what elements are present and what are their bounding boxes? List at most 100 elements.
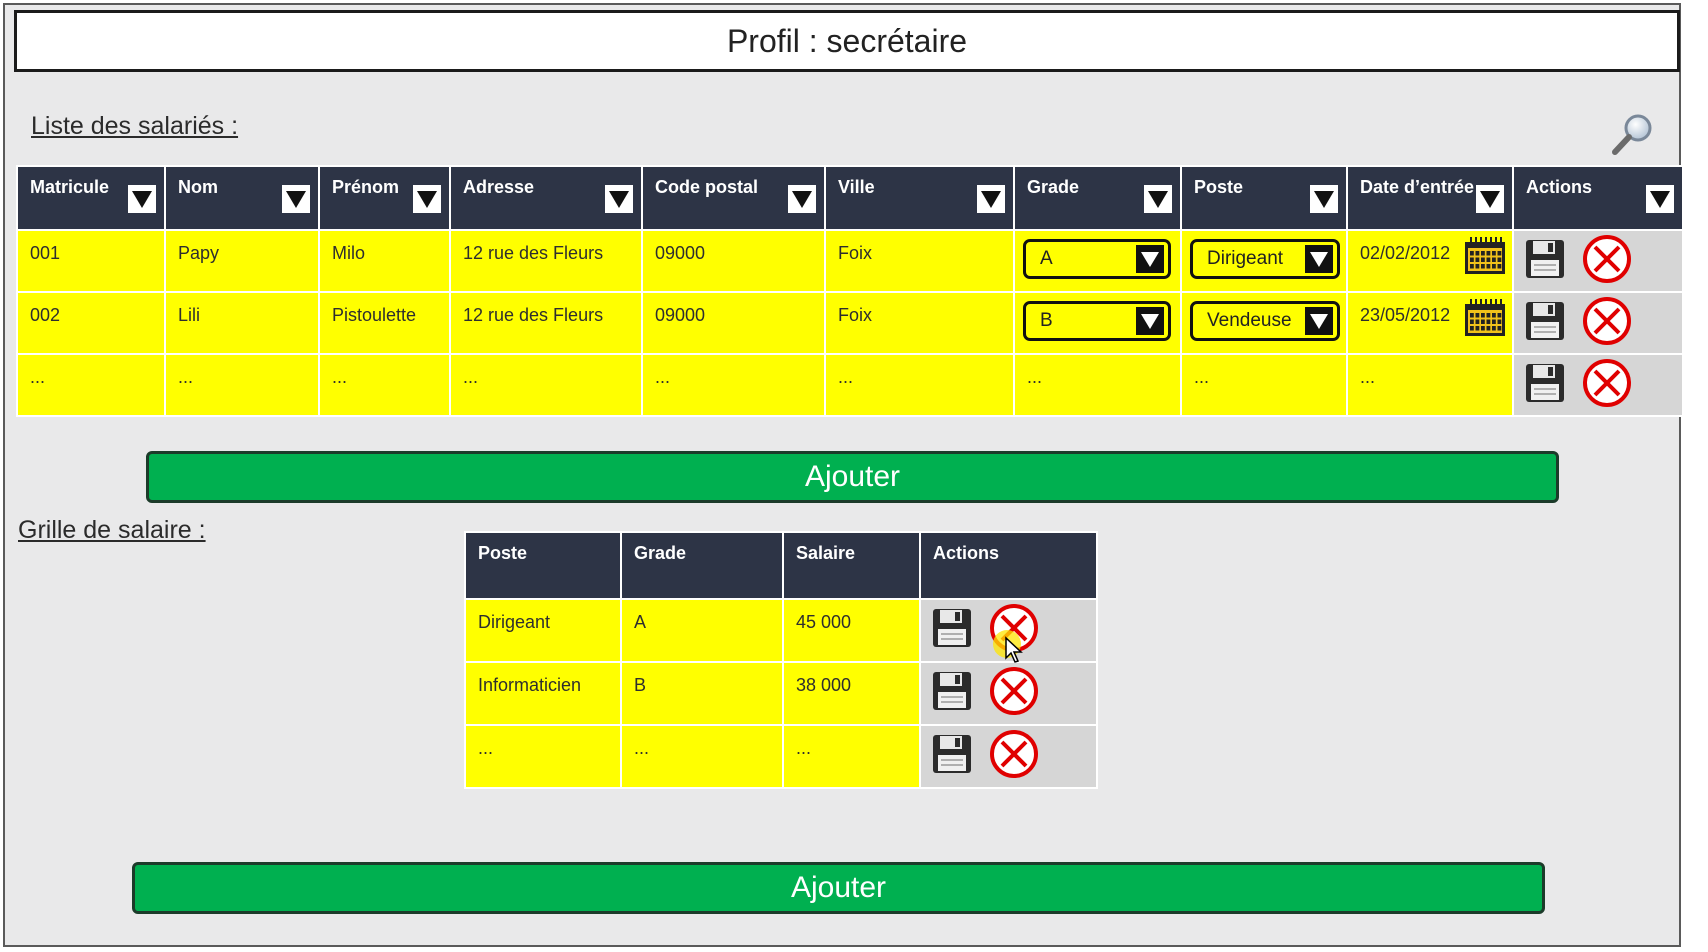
adresse-cell-text: 12 rue des Fleurs — [463, 305, 604, 325]
col-label: Poste — [1194, 177, 1244, 197]
poste-select-value: Vendeuse — [1207, 310, 1292, 331]
page-title-text: Profil : secrétaire — [726, 22, 968, 59]
filter-dropdown-icon[interactable] — [788, 185, 816, 213]
col-header-adresse: Adresse — [449, 165, 643, 231]
col-header-ville: Ville — [824, 165, 1015, 231]
date-entree-cell-text: 23/05/2012 — [1360, 305, 1451, 325]
search-icon[interactable] — [1610, 112, 1656, 158]
code-postal-cell-text: 09000 — [655, 243, 706, 263]
col-label: Adresse — [463, 177, 535, 197]
actions-cell — [1512, 291, 1684, 355]
add-employee-label: Ajouter — [804, 460, 901, 493]
prenom-cell: Milo — [318, 229, 451, 293]
col-label: Actions — [933, 543, 1000, 563]
code-postal-cell-text: 09000 — [655, 305, 706, 325]
salary-grid-table: Poste Grade Salaire Actions Dirigeant A 45… — [464, 531, 1098, 789]
actions-cell — [919, 661, 1098, 726]
chevron-down-icon[interactable] — [1136, 245, 1164, 273]
adresse-cell: 12 rue des Fleurs — [449, 229, 643, 293]
floppy-disk-icon[interactable] — [931, 670, 973, 717]
floppy-disk-icon[interactable] — [931, 607, 973, 654]
filter-dropdown-icon[interactable] — [1646, 185, 1674, 213]
prenom-cell-text: Milo — [332, 243, 366, 263]
ville-cell-text: Foix — [838, 305, 873, 325]
actions-group — [1524, 234, 1672, 289]
poste-cell-text: Dirigeant — [478, 612, 551, 632]
grade-cell-text: A — [634, 612, 647, 632]
filter-dropdown-icon[interactable] — [413, 185, 441, 213]
grade-select-value: B — [1040, 310, 1053, 331]
poste-cell: ... — [1180, 353, 1348, 417]
filter-dropdown-icon[interactable] — [977, 185, 1005, 213]
grade-select[interactable]: B — [1023, 301, 1171, 341]
ville-cell-text: ... — [838, 367, 854, 387]
ville-cell-text: Foix — [838, 243, 873, 263]
prenom-cell: ... — [318, 353, 451, 417]
date-entree-cell-text: ... — [1360, 367, 1376, 387]
delete-circle-x-icon[interactable] — [1582, 296, 1632, 351]
grade-select[interactable]: A — [1023, 239, 1171, 279]
grade-cell: B — [1013, 291, 1182, 355]
calendar-icon[interactable] — [1464, 299, 1506, 337]
filter-dropdown-icon[interactable] — [605, 185, 633, 213]
poste-select-value: Dirigeant — [1207, 248, 1284, 269]
col-header-salaire: Salaire — [782, 531, 921, 600]
floppy-disk-icon[interactable] — [1524, 362, 1566, 409]
filter-dropdown-icon[interactable] — [1310, 185, 1338, 213]
floppy-disk-icon[interactable] — [1524, 238, 1566, 285]
floppy-disk-icon[interactable] — [1524, 300, 1566, 347]
actions-group — [1524, 296, 1672, 351]
poste-select[interactable]: Vendeuse — [1190, 301, 1340, 341]
matricule-cell-text: ... — [30, 367, 46, 387]
matricule-cell-text: 001 — [30, 243, 61, 263]
adresse-cell-text: 12 rue des Fleurs — [463, 243, 604, 263]
filter-dropdown-icon[interactable] — [128, 185, 156, 213]
col-label: Code postal — [655, 177, 759, 197]
adresse-cell-text: ... — [463, 367, 479, 387]
chevron-down-icon[interactable] — [1305, 307, 1333, 335]
add-salary-label: Ajouter — [790, 871, 887, 904]
salaire-cell: ... — [782, 724, 921, 789]
nom-cell: ... — [164, 353, 320, 417]
col-label: Matricule — [30, 177, 110, 197]
poste-cell: Dirigeant — [1180, 229, 1348, 293]
employees-table: Matricule Nom Prénom Adresse Code postal… — [16, 165, 1684, 417]
add-salary-button[interactable]: Ajouter — [132, 862, 1545, 914]
salaire-cell-text: 38 000 — [796, 675, 852, 695]
calendar-icon[interactable] — [1464, 237, 1506, 275]
delete-circle-x-icon[interactable] — [989, 666, 1039, 721]
filter-dropdown-icon[interactable] — [1144, 185, 1172, 213]
col-label: Date d’entrée — [1360, 177, 1475, 197]
code-postal-cell: ... — [641, 353, 826, 417]
ville-cell: Foix — [824, 291, 1015, 355]
salaire-cell: 38 000 — [782, 661, 921, 726]
col-header-poste: Poste — [464, 531, 622, 600]
prenom-cell-text: ... — [332, 367, 348, 387]
floppy-disk-icon[interactable] — [931, 733, 973, 780]
employee-row: ........................... — [16, 353, 1684, 417]
chevron-down-icon[interactable] — [1305, 245, 1333, 273]
prenom-cell-text: Pistoulette — [332, 305, 417, 325]
nom-cell-text: ... — [178, 367, 194, 387]
salary-section-label: Grille de salaire : — [18, 516, 206, 544]
delete-circle-x-icon[interactable] — [989, 729, 1039, 784]
date-entree-cell: ... — [1346, 353, 1514, 417]
nom-cell: Papy — [164, 229, 320, 293]
employees-header-row: Matricule Nom Prénom Adresse Code postal… — [16, 165, 1684, 231]
col-header-prenom: Prénom — [318, 165, 451, 231]
add-employee-button[interactable]: Ajouter — [146, 451, 1559, 503]
grade-cell: ... — [620, 724, 784, 789]
chevron-down-icon[interactable] — [1136, 307, 1164, 335]
ville-cell: Foix — [824, 229, 1015, 293]
delete-circle-x-icon[interactable] — [1582, 358, 1632, 413]
col-label: Poste — [478, 543, 528, 563]
adresse-cell: 12 rue des Fleurs — [449, 291, 643, 355]
filter-dropdown-icon[interactable] — [282, 185, 310, 213]
col-label: Nom — [178, 177, 218, 197]
code-postal-cell-text: ... — [655, 367, 671, 387]
delete-circle-x-icon[interactable] — [1582, 234, 1632, 289]
actions-group — [1524, 358, 1672, 413]
poste-select[interactable]: Dirigeant — [1190, 239, 1340, 279]
filter-dropdown-icon[interactable] — [1476, 185, 1504, 213]
salary-row: ......... — [464, 724, 1098, 789]
